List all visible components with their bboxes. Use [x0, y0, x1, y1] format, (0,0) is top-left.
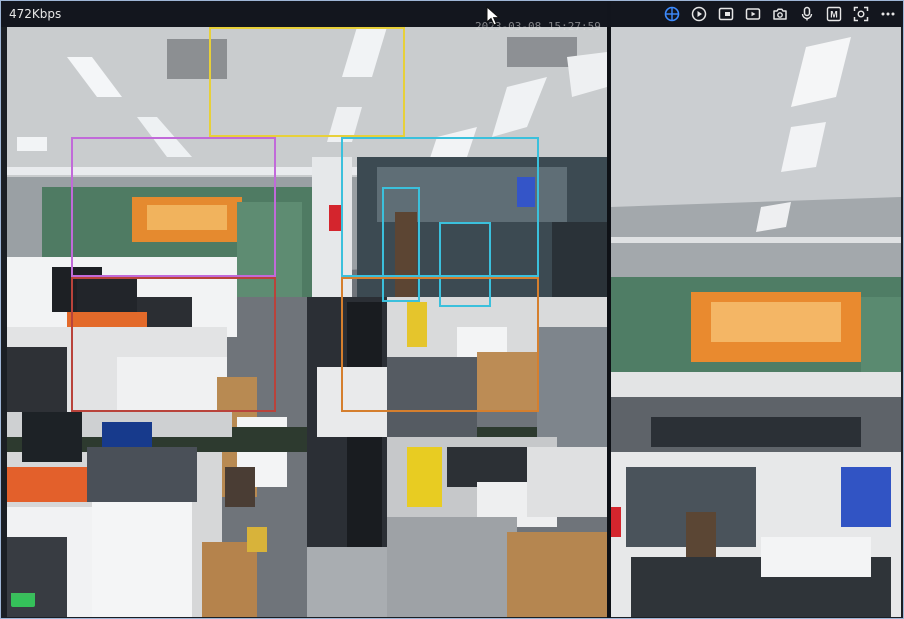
office-scene-right	[611, 27, 901, 617]
camera-view-left[interactable]	[7, 27, 607, 617]
bitrate-readout: 472Kbps	[9, 7, 62, 21]
m-box-icon[interactable]: M	[825, 5, 843, 23]
top-toolbar: 472Kbps M	[1, 1, 903, 27]
snapshot-icon[interactable]	[771, 5, 789, 23]
more-icon[interactable]	[879, 5, 897, 23]
detection-box-orange	[341, 277, 539, 412]
m-box-label: M	[830, 10, 838, 20]
video-viewer: 472Kbps M 2023-03-08 15:27:59	[0, 0, 904, 619]
face-scan-icon[interactable]	[852, 5, 870, 23]
status-indicator	[11, 597, 35, 607]
pane-divider[interactable]	[607, 1, 611, 618]
detection-box-purple	[71, 137, 276, 277]
detection-box-red	[71, 277, 276, 412]
detection-box-yellow	[209, 27, 405, 137]
ptz-icon[interactable]	[663, 5, 681, 23]
camera-view-right[interactable]	[611, 27, 901, 617]
toolbar-buttons: M	[663, 5, 897, 23]
stream-switch-icon[interactable]	[717, 5, 735, 23]
microphone-icon[interactable]	[798, 5, 816, 23]
mouse-cursor-icon	[486, 6, 501, 26]
record-icon[interactable]	[744, 5, 762, 23]
play-icon[interactable]	[690, 5, 708, 23]
